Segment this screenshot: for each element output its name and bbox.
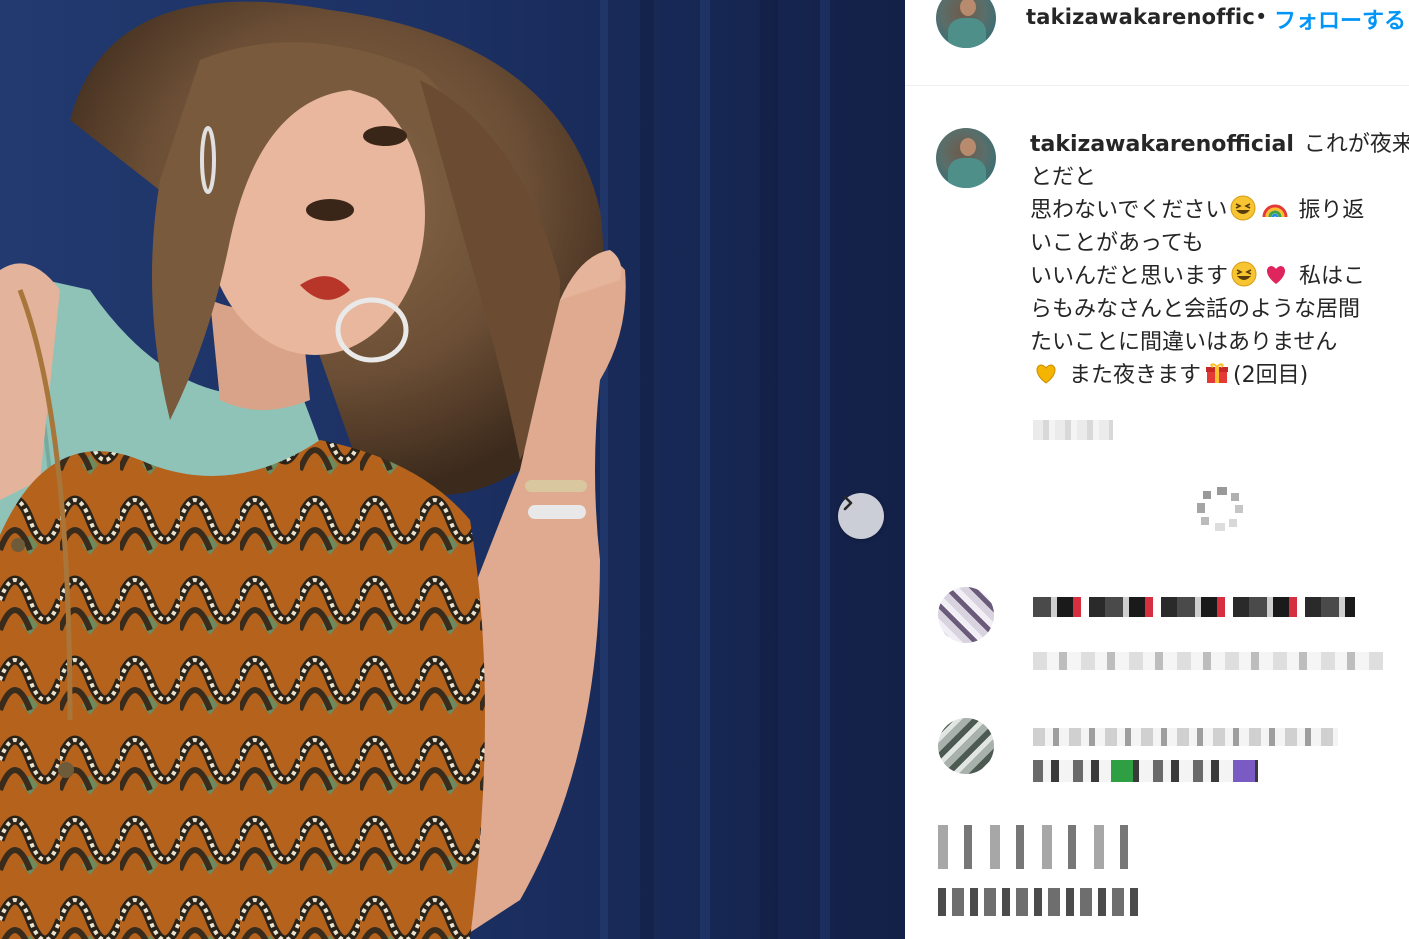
grinning-squinting-face-icon	[1230, 195, 1256, 221]
header-username[interactable]: takizawakarenoffic	[1026, 5, 1255, 29]
pixelated-text	[938, 825, 1128, 869]
post-photo[interactable]	[0, 0, 905, 939]
header-avatar[interactable]	[936, 0, 996, 48]
caption-text: たいことに間違いはありません	[1030, 330, 1338, 355]
caption-text: とだと	[1030, 165, 1097, 190]
pixelated-comment-meta	[1033, 652, 1383, 670]
caption-text: また夜きます	[1069, 363, 1202, 388]
pixelated-comment	[1033, 597, 1355, 617]
caption-text: いことがあっても	[1030, 231, 1204, 256]
chevron-right-icon	[843, 495, 853, 511]
grinning-squinting-face-icon	[1231, 261, 1257, 287]
post-side-panel: takizawakarenoffic • フォローする takizawakare…	[905, 0, 1409, 939]
comment-avatar[interactable]	[938, 587, 994, 643]
caption-text: 私はこ	[1299, 264, 1366, 289]
caption-text: いいんだと思います	[1030, 264, 1229, 289]
sparkling-heart-icon	[1267, 266, 1286, 284]
yellow-heart-icon	[1036, 364, 1056, 384]
caption-text: 思わないでください	[1030, 198, 1228, 223]
post-header: takizawakarenoffic • フォローする	[905, 0, 1409, 86]
pixelated-text	[938, 888, 1143, 916]
pixelated-comment	[1033, 728, 1338, 746]
pixelated-comment	[1033, 760, 1258, 782]
carousel-next-button[interactable]	[838, 493, 884, 539]
caption-avatar[interactable]	[936, 128, 996, 188]
caption-text: これが夜来	[1303, 132, 1409, 157]
caption-text: らもみなさんと会話のような居間	[1030, 297, 1361, 322]
post-caption: takizawakarenofficial これが夜来 とだと 思わないでください…	[1030, 128, 1409, 392]
caption-text: (2回目)	[1233, 363, 1309, 388]
post-image	[0, 0, 905, 939]
caption-text: 振り返	[1298, 198, 1365, 223]
gift-icon	[1206, 363, 1229, 383]
follow-button[interactable]: フォローする	[1274, 3, 1406, 35]
loading-spinner-icon	[1197, 487, 1243, 531]
caption-username[interactable]: takizawakarenofficial	[1030, 132, 1294, 157]
comment-avatar[interactable]	[938, 718, 994, 774]
header-separator: •	[1255, 5, 1268, 29]
pixelated-timestamp	[1033, 420, 1113, 440]
rainbow-icon	[1262, 204, 1288, 218]
